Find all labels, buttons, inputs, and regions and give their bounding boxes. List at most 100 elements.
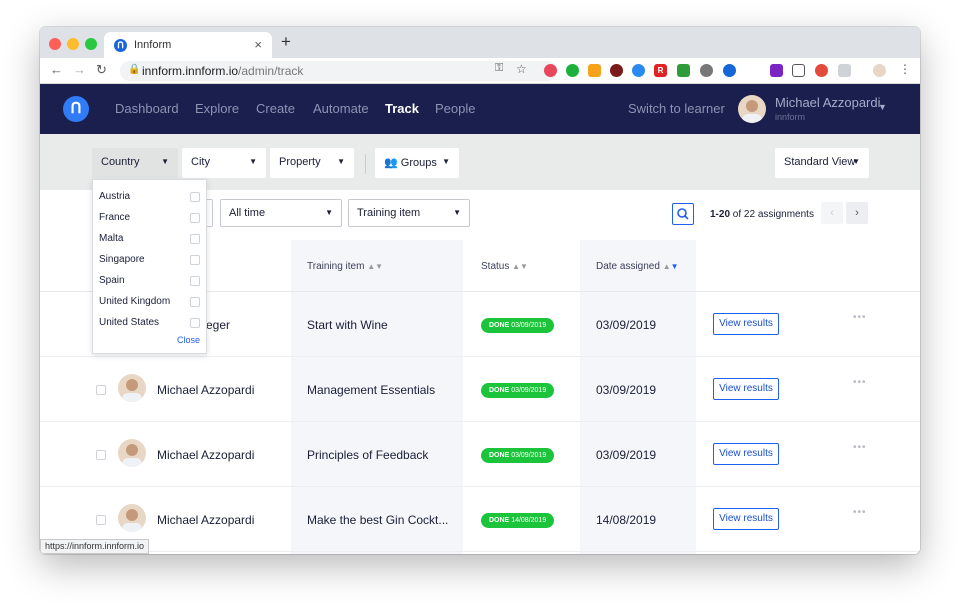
standard-view-dropdown[interactable]: Standard View ▼ bbox=[775, 148, 869, 178]
row-checkbox[interactable] bbox=[96, 385, 106, 395]
view-results-button[interactable]: View results bbox=[713, 313, 779, 335]
country-dropdown-menu: Austria France Malta Singapore Spain Uni… bbox=[92, 179, 207, 354]
extension-dark-icon[interactable] bbox=[610, 64, 623, 77]
country-checkbox[interactable] bbox=[190, 276, 200, 286]
view-results-button[interactable]: View results bbox=[713, 378, 779, 400]
tab-strip: ᑎ Innform × + bbox=[40, 27, 920, 58]
property-filter[interactable]: Property ▼ bbox=[270, 148, 354, 178]
extension-green-icon[interactable] bbox=[566, 64, 579, 77]
innform-logo-icon[interactable]: ᑎ bbox=[63, 96, 89, 122]
nav-people[interactable]: People bbox=[435, 101, 475, 116]
training-item-name[interactable]: Principles of Feedback bbox=[307, 448, 428, 462]
browser-tab[interactable]: ᑎ Innform × bbox=[104, 32, 272, 58]
extension-info-icon[interactable] bbox=[792, 64, 805, 77]
country-option-austria[interactable]: Austria bbox=[99, 191, 130, 202]
avatar-photo-icon bbox=[122, 379, 142, 402]
learner-name[interactable]: Michael Azzopardi bbox=[157, 448, 254, 462]
reload-icon[interactable]: ↻ bbox=[96, 62, 107, 78]
country-checkbox[interactable] bbox=[190, 297, 200, 307]
extension-calendar-icon[interactable] bbox=[677, 64, 690, 77]
extension-k-icon[interactable] bbox=[838, 64, 851, 77]
country-checkbox[interactable] bbox=[190, 255, 200, 265]
training-item-name[interactable]: Start with Wine bbox=[307, 318, 388, 332]
country-option-united-states[interactable]: United States bbox=[99, 317, 159, 328]
country-option-spain[interactable]: Spain bbox=[99, 275, 125, 286]
extension-shield-icon[interactable] bbox=[815, 64, 828, 77]
table-row[interactable]: Michael Azzopardi Management Essentials … bbox=[40, 357, 920, 422]
avatar-photo-icon bbox=[742, 100, 762, 123]
user-name[interactable]: Michael Azzopardi bbox=[775, 95, 881, 110]
extension-gray-icon[interactable] bbox=[700, 64, 713, 77]
row-checkbox[interactable] bbox=[96, 450, 106, 460]
search-icon bbox=[677, 208, 689, 220]
country-checkbox[interactable] bbox=[190, 192, 200, 202]
country-checkbox[interactable] bbox=[190, 234, 200, 244]
groups-filter[interactable]: 👥 Groups ▼ bbox=[375, 148, 459, 178]
back-icon[interactable]: ← bbox=[50, 62, 63, 77]
date-assigned: 14/08/2019 bbox=[596, 513, 657, 527]
col-header-status[interactable]: Status ▲▼ bbox=[481, 261, 528, 272]
view-results-button[interactable]: View results bbox=[713, 443, 779, 465]
extension-purple-icon[interactable] bbox=[770, 64, 783, 77]
prev-page-button[interactable]: ‹ bbox=[821, 202, 843, 224]
learner-name[interactable]: eger bbox=[206, 318, 230, 332]
extension-ebay-icon[interactable] bbox=[746, 64, 759, 77]
nav-create[interactable]: Create bbox=[256, 101, 295, 116]
more-options-icon[interactable]: ••• bbox=[853, 377, 867, 388]
table-row[interactable]: Michael Azzopardi Make the best Gin Cock… bbox=[40, 487, 920, 552]
col-header-date-assigned[interactable]: Date assigned ▲▼ bbox=[596, 261, 679, 272]
close-tab-icon[interactable]: × bbox=[254, 37, 262, 52]
divider bbox=[365, 154, 366, 174]
training-item-dropdown[interactable]: Training item ▼ bbox=[348, 199, 470, 227]
row-checkbox[interactable] bbox=[96, 515, 106, 525]
more-options-icon[interactable]: ••• bbox=[853, 312, 867, 323]
table-row[interactable]: Michael Azzopardi Principles of Feedback… bbox=[40, 422, 920, 487]
more-options-icon[interactable]: ••• bbox=[853, 507, 867, 518]
maximize-window-button[interactable] bbox=[85, 38, 97, 50]
profile-avatar-icon[interactable] bbox=[873, 64, 886, 77]
address-bar[interactable]: 🔒 innform.innform.io/admin/track bbox=[120, 61, 557, 81]
extension-at-icon[interactable] bbox=[723, 64, 736, 77]
nav-explore[interactable]: Explore bbox=[195, 101, 239, 116]
country-option-france[interactable]: France bbox=[99, 212, 130, 223]
nav-track[interactable]: Track bbox=[385, 101, 419, 116]
tab-title: Innform bbox=[134, 39, 172, 51]
next-page-button[interactable]: › bbox=[846, 202, 868, 224]
extension-blue-icon[interactable] bbox=[632, 64, 645, 77]
nav-dashboard[interactable]: Dashboard bbox=[115, 101, 179, 116]
country-option-singapore[interactable]: Singapore bbox=[99, 254, 145, 265]
learner-name[interactable]: Michael Azzopardi bbox=[157, 383, 254, 397]
more-options-icon[interactable]: ••• bbox=[853, 442, 867, 453]
chevron-down-icon[interactable]: ▼ bbox=[878, 102, 887, 112]
country-filter[interactable]: Country ▼ bbox=[92, 148, 178, 178]
pagination-summary: 1-20 of 22 assignments bbox=[710, 209, 814, 220]
close-window-button[interactable] bbox=[49, 38, 61, 50]
time-filter-dropdown[interactable]: All time ▼ bbox=[220, 199, 342, 227]
search-button[interactable] bbox=[672, 203, 694, 225]
forward-icon[interactable]: → bbox=[73, 62, 86, 77]
url-text: innform.innform.io/admin/track bbox=[142, 64, 304, 78]
bookmark-star-icon[interactable]: ☆ bbox=[516, 62, 527, 76]
key-icon[interactable]: ⚿ bbox=[495, 62, 503, 75]
minimize-window-button[interactable] bbox=[67, 38, 79, 50]
extension-orange-icon[interactable] bbox=[588, 64, 601, 77]
country-checkbox[interactable] bbox=[190, 318, 200, 328]
view-results-button[interactable]: View results bbox=[713, 508, 779, 530]
user-avatar[interactable] bbox=[738, 95, 766, 123]
date-assigned: 03/09/2019 bbox=[596, 383, 657, 397]
country-option-united-kingdom[interactable]: United Kingdom bbox=[99, 296, 170, 307]
training-item-name[interactable]: Management Essentials bbox=[307, 383, 435, 397]
country-option-malta[interactable]: Malta bbox=[99, 233, 123, 244]
training-item-name[interactable]: Make the best Gin Cockt... bbox=[307, 513, 448, 527]
menu-dots-icon[interactable]: ⋮ bbox=[899, 62, 911, 76]
country-checkbox[interactable] bbox=[190, 213, 200, 223]
learner-name[interactable]: Michael Azzopardi bbox=[157, 513, 254, 527]
new-tab-icon[interactable]: + bbox=[281, 32, 291, 52]
city-filter[interactable]: City ▼ bbox=[182, 148, 266, 178]
nav-automate[interactable]: Automate bbox=[313, 101, 369, 116]
switch-to-learner-link[interactable]: Switch to learner bbox=[628, 101, 725, 116]
extension-target-icon[interactable] bbox=[544, 64, 557, 77]
close-dropdown-link[interactable]: Close bbox=[177, 335, 200, 345]
col-header-training-item[interactable]: Training item ▲▼ bbox=[307, 261, 383, 272]
extension-r-icon[interactable]: R bbox=[654, 64, 667, 77]
